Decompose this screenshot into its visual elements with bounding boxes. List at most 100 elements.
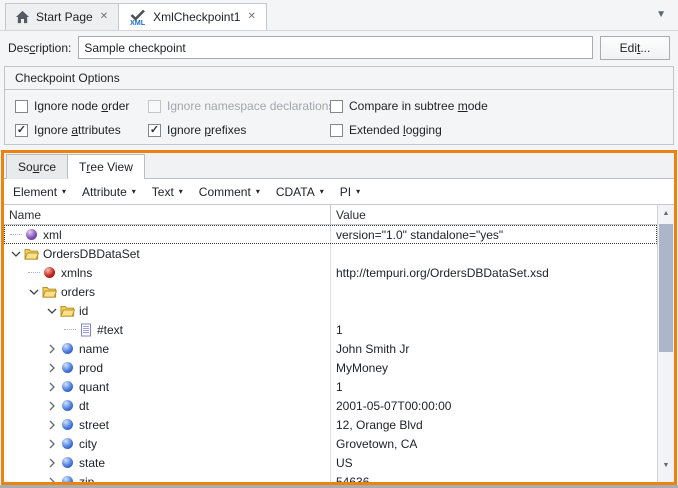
tree-row-orders[interactable]: orders bbox=[4, 282, 657, 301]
element-icon bbox=[62, 476, 73, 482]
node-value bbox=[331, 282, 657, 301]
node-value: 2001-05-07T00:00:00 bbox=[331, 396, 657, 415]
tree-row-city[interactable]: city Grovetown, CA bbox=[4, 434, 657, 453]
chevron-collapsed-icon[interactable] bbox=[44, 417, 60, 433]
checkbox-ignore-node-order[interactable]: Ignore node order bbox=[15, 99, 148, 113]
toolbar-button-element[interactable]: Element▾ bbox=[13, 185, 66, 199]
chevron-down-icon[interactable]: ▼ bbox=[656, 10, 666, 20]
element-icon bbox=[60, 455, 75, 470]
tree-row-street[interactable]: street12, Orange Blvd bbox=[4, 415, 657, 434]
tree-row-dt[interactable]: dt2001-05-07T00:00:00 bbox=[4, 396, 657, 415]
toolbar-button-label: CDATA bbox=[276, 185, 315, 199]
node-name: orders bbox=[61, 285, 95, 299]
chevron-collapsed-icon[interactable] bbox=[44, 341, 60, 357]
label-text: ee View bbox=[90, 160, 132, 174]
chevron-collapsed-icon[interactable] bbox=[44, 360, 60, 376]
doc-tab-xmlcheckpoint1[interactable]: XMLXmlCheckpoint1✕ bbox=[118, 3, 267, 30]
tree-row-xml[interactable]: xmlversion="1.0" standalone="yes" bbox=[4, 225, 657, 244]
chevron-expanded-icon[interactable] bbox=[8, 246, 24, 262]
checkbox-compare-in-subtree-mode[interactable]: Compare in subtree mode bbox=[330, 99, 663, 113]
tree-row-id[interactable]: id bbox=[4, 301, 657, 320]
chevron-down-icon: ▾ bbox=[256, 187, 260, 196]
element-icon bbox=[62, 457, 73, 468]
chevron-collapsed-icon[interactable] bbox=[44, 379, 60, 395]
tree-rows: xmlversion="1.0" standalone="yes"OrdersD… bbox=[4, 225, 657, 482]
vertical-scrollbar[interactable]: ▲ ▼ bbox=[657, 205, 674, 482]
checkbox-box bbox=[330, 124, 343, 137]
tree-line-stub bbox=[10, 234, 22, 235]
toolbar-button-cdata[interactable]: CDATA ▾ bbox=[276, 185, 324, 199]
tree-cell-name: id bbox=[4, 301, 331, 320]
tree-row-zip[interactable]: zip54636 bbox=[4, 472, 657, 482]
toolbar-button-label: Comment bbox=[199, 185, 251, 199]
tree-cell-name: quant bbox=[4, 377, 331, 396]
text-icon bbox=[78, 322, 93, 337]
tree-row-prod[interactable]: prodMyMoney bbox=[4, 358, 657, 377]
xml-declaration-icon bbox=[26, 229, 37, 240]
chevron-expanded-icon[interactable] bbox=[26, 284, 42, 300]
node-value: Grovetown, CA bbox=[331, 434, 657, 453]
chevron-down-icon: ▾ bbox=[320, 187, 324, 196]
viewer-tab-tree-view[interactable]: Tree View bbox=[67, 154, 145, 179]
checkpoint-data-panel: SourceTree View Element▾Attribute▾Text▾C… bbox=[1, 150, 677, 485]
chevron-collapsed-icon[interactable] bbox=[44, 436, 60, 452]
viewer-tab-source[interactable]: Source bbox=[6, 154, 68, 179]
scrollbar-thumb[interactable] bbox=[659, 224, 673, 352]
checkbox-ignore-namespace-declarations: Ignore namespace declarations bbox=[148, 99, 330, 113]
tree-row-ordersdbdataset[interactable]: OrdersDBDataSet bbox=[4, 244, 657, 263]
doc-tab-start-page[interactable]: Start Page ✕ bbox=[5, 3, 119, 30]
node-name: #text bbox=[97, 323, 123, 337]
tree-cell-name: name bbox=[4, 339, 331, 358]
node-value: version="1.0" standalone="yes" bbox=[331, 225, 657, 244]
element-icon bbox=[60, 436, 75, 451]
tree-row-quant[interactable]: quant1 bbox=[4, 377, 657, 396]
chevron-collapsed-icon[interactable] bbox=[44, 474, 60, 483]
element-icon bbox=[62, 419, 73, 430]
chevron-expanded-icon[interactable] bbox=[44, 303, 60, 319]
close-icon[interactable]: ✕ bbox=[99, 12, 109, 22]
chevron-collapsed-icon[interactable] bbox=[44, 455, 60, 471]
tree-row-xmlns[interactable]: xmlnshttp://tempuri.org/OrdersDBDataSet.… bbox=[4, 263, 657, 282]
scroll-up-icon[interactable]: ▲ bbox=[658, 205, 674, 222]
checkpoint-options-group: Checkpoint Options Ignore node orderIgno… bbox=[4, 66, 674, 145]
chevron-collapsed-icon[interactable] bbox=[44, 398, 60, 414]
toolbar-button-comment[interactable]: Comment ▾ bbox=[199, 185, 260, 199]
namespace-icon bbox=[42, 265, 57, 280]
document-tab-bar: Start Page✕XMLXmlCheckpoint1✕ ▼ bbox=[0, 0, 678, 31]
tab-label: Start Page bbox=[36, 10, 93, 24]
checkbox-ignore-attributes[interactable]: ✓Ignore attributes bbox=[15, 123, 148, 137]
checkbox-label: Ignore prefixes bbox=[167, 123, 246, 137]
tree-line-stub bbox=[64, 329, 76, 330]
toolbar-button-pi[interactable]: PI▾ bbox=[340, 185, 360, 199]
checkbox-label: Extended logging bbox=[349, 123, 442, 137]
checkpoint-options-title: Checkpoint Options bbox=[5, 67, 673, 90]
scroll-down-icon[interactable]: ▼ bbox=[658, 457, 674, 474]
toolbar-button-label: Element bbox=[13, 185, 57, 199]
element-icon bbox=[60, 341, 75, 356]
close-icon[interactable]: ✕ bbox=[246, 12, 256, 22]
column-header-value[interactable]: Value bbox=[331, 205, 657, 224]
element-icon bbox=[62, 362, 73, 373]
column-header-name[interactable]: Name bbox=[4, 205, 331, 224]
viewer-tab-strip: SourceTree View bbox=[4, 153, 674, 179]
toolbar-button-text[interactable]: Text▾ bbox=[152, 185, 183, 199]
checkpoint-options-grid: Ignore node orderIgnore namespace declar… bbox=[5, 90, 673, 137]
label-text: ttributes bbox=[78, 123, 121, 137]
toolbar-button-attribute[interactable]: Attribute▾ bbox=[82, 185, 136, 199]
node-value: http://tempuri.org/OrdersDBDataSet.xsd bbox=[331, 263, 657, 282]
label-text: So bbox=[18, 160, 33, 174]
tree-row-name[interactable]: nameJohn Smith Jr bbox=[4, 339, 657, 358]
tree-line-stub bbox=[26, 265, 42, 281]
tree-cell-name: dt bbox=[4, 396, 331, 415]
node-name: id bbox=[79, 304, 88, 318]
checkbox-extended-logging[interactable]: Extended logging bbox=[330, 123, 663, 137]
tree-row-state[interactable]: stateUS bbox=[4, 453, 657, 472]
label-text: ogging bbox=[406, 123, 442, 137]
tree-cell-name: #text bbox=[4, 320, 331, 339]
tree-row-text[interactable]: #text1 bbox=[4, 320, 657, 339]
edit-button[interactable]: Edit... bbox=[600, 36, 670, 60]
description-input[interactable] bbox=[78, 36, 593, 59]
node-name: city bbox=[79, 437, 97, 451]
checkbox-ignore-prefixes[interactable]: ✓Ignore prefixes bbox=[148, 123, 330, 137]
tree-grid: Name Value xmlversion="1.0" standalone="… bbox=[4, 205, 657, 482]
